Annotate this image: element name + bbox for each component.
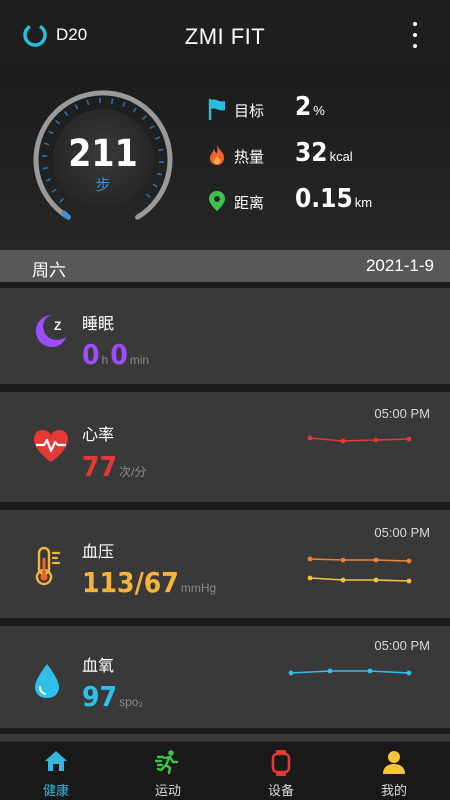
gauge-tick	[74, 104, 79, 110]
nav-tab-me[interactable]: 我的	[338, 742, 450, 800]
gauge-tick	[142, 115, 147, 120]
gauge-tick	[63, 111, 69, 116]
blood-oxygen-title: 血氧	[82, 658, 115, 675]
stat-goal-label: 目标	[234, 103, 265, 120]
blood-oxygen-time: 05:00 PM	[374, 638, 430, 653]
nav-tab-health-label: 健康	[42, 783, 69, 798]
blood-pressure-value: 113/67 mmHg	[82, 566, 217, 599]
blood-pressure-time: 05:00 PM	[374, 525, 430, 540]
next-card-edge	[0, 734, 450, 741]
app-title: ZMI FIT	[184, 24, 266, 49]
stat-calories-value: 32 kcal	[295, 138, 353, 168]
sleep-card[interactable]: Z 睡眠 0 h0 min	[0, 288, 450, 384]
nav-tab-sport-label: 运动	[154, 783, 181, 798]
date-label: 2021-1-9	[365, 256, 434, 275]
nav-tab-device-label: 设备	[267, 783, 294, 798]
date-bar[interactable]: 周六 2021-1-9	[0, 250, 450, 282]
bottom-nav: 健康 运动 设备 我的	[0, 741, 450, 800]
flame-icon	[210, 145, 224, 165]
blood-pressure-sparkline	[307, 556, 412, 584]
stat-calories: 热量 32 kcal	[207, 138, 407, 182]
blood-pressure-card[interactable]: 血压 05:00 PM 113/67 mmHg	[0, 510, 450, 618]
nav-tab-device[interactable]: 设备	[225, 742, 337, 800]
steps-gauge[interactable]: 211 步	[30, 86, 176, 232]
heart-pulse-icon	[34, 430, 68, 462]
watch-icon	[271, 750, 291, 776]
thermometer-icon	[35, 546, 61, 586]
nav-tab-health[interactable]: 健康	[0, 742, 112, 800]
blood-pressure-title: 血压	[82, 544, 115, 561]
running-icon	[155, 750, 179, 775]
gauge-tick	[86, 99, 90, 106]
heart-rate-title: 心率	[82, 427, 115, 444]
stat-goal: 目标 2%	[207, 92, 407, 136]
home-icon	[45, 751, 67, 771]
stat-distance-label: 距离	[234, 195, 265, 212]
steps-count: 211	[68, 132, 138, 175]
heart-rate-value: 77 次/分	[82, 450, 147, 483]
steps-unit: 步	[95, 177, 111, 194]
location-pin-icon	[209, 191, 225, 211]
heart-rate-time: 05:00 PM	[374, 406, 430, 421]
more-menu-icon[interactable]	[410, 22, 420, 48]
nav-tab-sport[interactable]: 运动	[112, 742, 224, 800]
flag-icon	[208, 98, 225, 120]
gauge-tick	[110, 98, 114, 104]
weekday-label: 周六	[32, 261, 66, 280]
activity-summary: 211 步 目标 2% 热量 32 kcal 距离 0.15 km	[0, 66, 450, 250]
stat-goal-value: 2%	[295, 92, 325, 122]
sleep-value: 0 h0 min	[82, 338, 150, 371]
gauge-tick	[132, 107, 137, 113]
gauge-tick	[59, 198, 64, 203]
gauge-tick	[122, 101, 126, 108]
heart-rate-sparkline	[307, 435, 412, 444]
app-header: D20 ZMI FIT	[0, 0, 450, 66]
nav-tab-me-label: 我的	[380, 783, 407, 798]
sleep-title: 睡眠	[82, 316, 115, 333]
stat-distance-value: 0.15 km	[295, 184, 373, 214]
blood-oxygen-value: 97 spo₂	[82, 680, 144, 713]
sleep-moon-icon: Z	[36, 315, 66, 347]
stat-distance: 距离 0.15 km	[207, 184, 407, 228]
gauge-tick	[149, 125, 155, 130]
user-icon	[383, 751, 405, 774]
stat-calories-label: 热量	[234, 149, 265, 166]
heart-rate-card[interactable]: 心率 05:00 PM 77 次/分	[0, 392, 450, 502]
gauge-tick	[55, 119, 60, 125]
blood-oxygen-sparkline	[288, 668, 412, 676]
svg-text:Z: Z	[54, 319, 61, 333]
blood-oxygen-card[interactable]: 血氧 05:00 PM 97 spo₂	[0, 626, 450, 728]
water-drop-icon	[35, 664, 59, 698]
